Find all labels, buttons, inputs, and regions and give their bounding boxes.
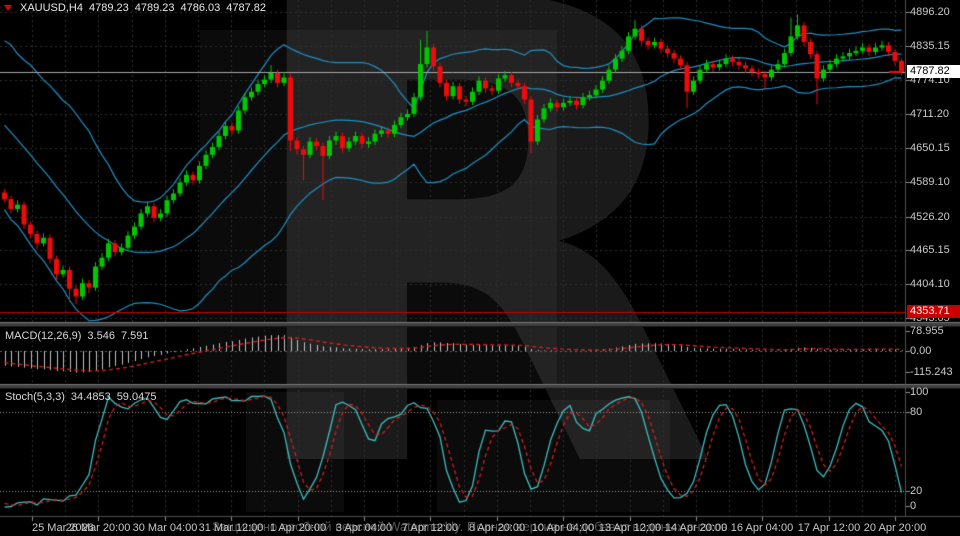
time-tick-label: 3 Apr 04:00: [336, 522, 392, 534]
macd-tick-label: 0.00: [910, 345, 931, 357]
time-tick-label: 1 Apr 20:00: [270, 522, 326, 534]
price-tick-label: 4465.15: [910, 244, 950, 256]
ohlc-close: 4787.82: [226, 2, 266, 14]
price-tick-label: 4711.20: [910, 108, 949, 120]
time-tick-label: 20 Apr 20:00: [864, 522, 926, 534]
price-tick-label: 4404.10: [910, 278, 950, 290]
symbol-dropdown-icon[interactable]: [4, 5, 12, 11]
time-tick-label: 31 Mar 12:00: [199, 522, 264, 534]
time-tick-label: 14 Apr 20:00: [665, 522, 727, 534]
stoch-indicator-label: Stoch(5,3,3) 34.4853 59.0475: [5, 391, 156, 403]
chart-canvas[interactable]: [0, 0, 960, 536]
price-tick-label: 4835.15: [910, 40, 950, 52]
time-tick-label: 13 Apr 12:00: [599, 522, 661, 534]
ohlc-high: 4789.23: [135, 2, 175, 14]
stoch-name: Stoch(5,3,3): [5, 391, 65, 403]
chart-title-bar: XAUUSD,H4 4789.23 4789.23 4786.03 4787.8…: [4, 2, 266, 14]
ohlc-open: 4789.23: [89, 2, 129, 14]
macd-indicator-label: MACD(12,26,9) 3.546 7.591: [5, 330, 148, 342]
stoch-tick-label: 20: [910, 485, 922, 497]
stoch-signal-value: 59.0475: [117, 391, 157, 403]
macd-signal-value: 7.591: [121, 330, 149, 342]
price-tick-label: 4589.10: [910, 176, 950, 188]
price-tick-label: 4896.20: [910, 6, 950, 18]
time-tick-label: 26 Mar 20:00: [66, 522, 131, 534]
price-tick-label: 4526.20: [910, 211, 950, 223]
macd-tick-label: -115.243: [910, 366, 953, 378]
alert-price-label: 4353.71: [907, 305, 960, 318]
time-tick-label: 30 Mar 04:00: [133, 522, 198, 534]
macd-tick-label: 78.955: [910, 325, 944, 337]
time-tick-label: 10 Apr 04:00: [532, 522, 594, 534]
time-tick-label: 16 Apr 04:00: [731, 522, 793, 534]
stoch-tick-label: 100: [910, 386, 928, 398]
chart-title: XAUUSD,H4: [20, 2, 83, 14]
time-tick-label: 8 Apr 20:00: [469, 522, 525, 534]
price-tick-label: 4650.15: [910, 142, 950, 154]
current-price-label: 4787.82: [907, 65, 960, 78]
time-tick-label: 17 Apr 12:00: [798, 522, 860, 534]
macd-main-value: 3.546: [87, 330, 115, 342]
ohlc-low: 4786.03: [181, 2, 221, 14]
stoch-main-value: 34.4853: [71, 391, 111, 403]
stoch-tick-label: 0: [910, 500, 916, 512]
time-tick-label: 7 Apr 12:00: [402, 522, 458, 534]
macd-name: MACD(12,26,9): [5, 330, 81, 342]
chart-window: { "watermark": { "letter": "R", "text": …: [0, 0, 960, 536]
stoch-tick-label: 80: [910, 406, 922, 418]
